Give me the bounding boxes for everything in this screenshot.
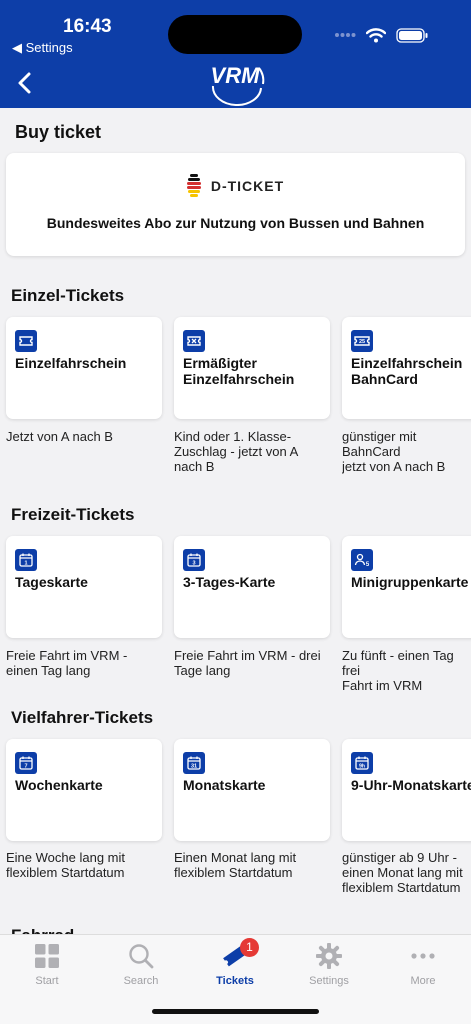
svg-text:7: 7 <box>24 764 27 770</box>
ticket-card-description: Zu fünft - einen Tag frei Fahrt im VRM <box>342 648 454 693</box>
section-title-freizeit: Freizeit-Tickets <box>11 505 135 524</box>
dynamic-island <box>168 15 302 54</box>
d-ticket-card[interactable]: D-TICKET Bundesweites Abo zur Nutzung vo… <box>6 153 465 256</box>
ticket-card-bahncard[interactable]: 25 Einzelfahrschein BahnCard <box>342 317 471 419</box>
ticket-card-description: günstiger ab 9 Uhr - einen Monat lang mi… <box>342 850 463 895</box>
ticket-card-einzelfahrschein[interactable]: Einzelfahrschein <box>6 317 162 419</box>
chevron-left-icon <box>18 72 31 94</box>
status-icons <box>334 25 428 45</box>
home-indicator <box>152 1009 319 1014</box>
app-header: 16:43 ◀ Settings VRM <box>0 0 471 108</box>
section-title-fahrrad: Fahrrad <box>11 926 74 934</box>
vrm-logo: VRM <box>211 63 265 106</box>
ticket-card-description: Einen Monat lang mit flexiblem Startdatu… <box>174 850 297 880</box>
ticket-card-title: Einzelfahrschein BahnCard <box>351 355 463 387</box>
tab-settings[interactable]: Settings <box>289 943 369 993</box>
ticket-card-wochenkarte[interactable]: 7 Wochenkarte <box>6 739 162 841</box>
page-title: Buy ticket <box>15 122 102 142</box>
back-button[interactable] <box>10 66 42 100</box>
tab-start[interactable]: Start <box>7 943 87 993</box>
discount-ticket-icon <box>183 330 205 352</box>
calendar-7-icon: 7 <box>15 752 37 774</box>
group-icon: 5 <box>351 549 373 571</box>
tab-label: Tickets <box>216 975 254 987</box>
calendar-1-icon: 1 <box>15 549 37 571</box>
wifi-icon <box>366 27 386 42</box>
tab-search[interactable]: Search <box>101 943 181 993</box>
ticket-card-title: Einzelfahrschein <box>15 355 127 371</box>
svg-text:9h: 9h <box>359 764 365 770</box>
ticket-icon <box>15 330 37 352</box>
tab-label: More <box>410 975 436 987</box>
d-ticket-name: D-TICKET <box>210 178 285 194</box>
ticket-card-description: Eine Woche lang mit flexiblem Startdatum <box>6 850 125 880</box>
ticket-card-title: Ermäßigter Einzelfahrschein <box>183 355 295 387</box>
calendar-9h-icon: 9h <box>351 752 373 774</box>
ticket-card-description: Freie Fahrt im VRM - einen Tag lang <box>6 648 128 678</box>
ticket-card-description: Freie Fahrt im VRM - drei Tage lang <box>174 648 321 678</box>
ticket-card-title: Wochenkarte <box>15 777 103 793</box>
status-time: 16:43 <box>63 16 112 37</box>
ticket-card-title: Monatskarte <box>183 777 266 793</box>
tab-label: Settings <box>309 975 349 987</box>
ticket-card-title: Tageskarte <box>15 574 88 590</box>
ticket-card-monatskarte[interactable]: 31 Monatskarte <box>174 739 330 841</box>
ticket-card-tageskarte[interactable]: 1 Tageskarte <box>6 536 162 638</box>
ticket-card-description: Kind oder 1. Klasse- Zuschlag - jetzt vo… <box>174 429 299 474</box>
signal-icon <box>335 33 356 37</box>
ticket-card-title: 9-Uhr-Monatskarte <box>351 777 471 793</box>
bahncard-ticket-icon: 25 <box>351 330 373 352</box>
d-ticket-logo-icon <box>186 174 201 197</box>
battery-icon <box>396 27 428 43</box>
gear-icon <box>316 943 342 969</box>
ticket-card-minigruppe[interactable]: 5 Minigruppenkarte <box>342 536 471 638</box>
status-back-link[interactable]: ◀ Settings <box>12 40 73 56</box>
calendar-31-icon: 31 <box>183 752 205 774</box>
ticket-card-title: Minigruppenkarte <box>351 574 469 590</box>
grid-icon <box>35 944 59 968</box>
svg-text:1: 1 <box>24 561 27 567</box>
tab-label: Start <box>35 975 59 987</box>
ticket-card-3-tages[interactable]: 3 3-Tages-Karte <box>174 536 330 638</box>
svg-text:31: 31 <box>191 764 197 770</box>
tab-label: Search <box>123 975 159 987</box>
calendar-3-icon: 3 <box>183 549 205 571</box>
svg-text:VRM: VRM <box>211 63 261 88</box>
ticket-card-title: 3-Tages-Karte <box>183 574 276 590</box>
ticket-card-ermaessigt[interactable]: Ermäßigter Einzelfahrschein <box>174 317 330 419</box>
svg-text:25: 25 <box>359 339 365 345</box>
section-title-einzel: Einzel-Tickets <box>11 286 125 305</box>
tab-more[interactable]: More <box>383 943 463 993</box>
d-ticket-description: Bundesweites Abo zur Nutzung von Bussen … <box>46 215 425 231</box>
search-icon <box>129 944 154 969</box>
svg-text:3: 3 <box>192 561 195 567</box>
more-icon <box>411 953 435 959</box>
section-title-vielfahrer: Vielfahrer-Tickets <box>11 708 154 727</box>
ticket-card-description: günstiger mit BahnCard jetzt von A nach … <box>342 429 446 474</box>
ticket-list[interactable]: Buy ticket D-TICKET Bundesweites Abo zur… <box>0 108 471 934</box>
tickets-badge: 1 <box>240 938 259 957</box>
tab-tickets[interactable]: 1 Tickets <box>195 938 275 993</box>
ticket-card-9-uhr-monatskarte[interactable]: 9h 9-Uhr-Monatskarte <box>342 739 471 841</box>
ticket-card-description: Jetzt von A nach B <box>6 429 113 444</box>
